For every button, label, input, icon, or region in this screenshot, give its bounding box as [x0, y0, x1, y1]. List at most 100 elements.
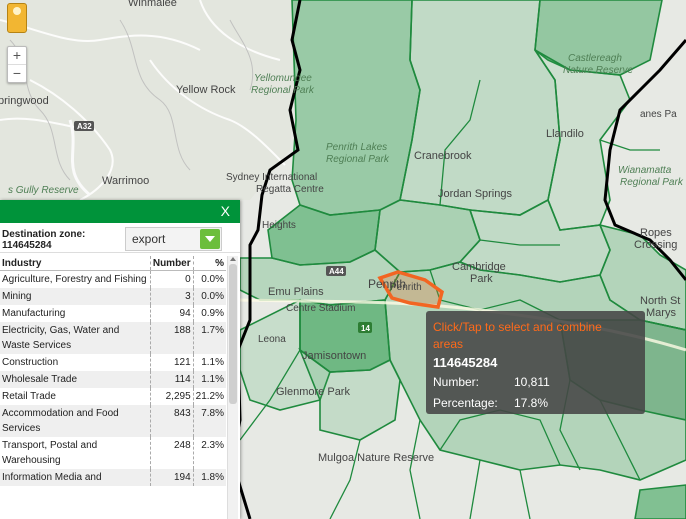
industry-table: Industry Number % Agriculture, Forestry … — [0, 256, 226, 486]
cell-industry: Construction — [2, 357, 59, 368]
column-header-industry[interactable]: Industry — [0, 256, 151, 271]
cell-number: 194 — [149, 469, 194, 486]
zone-label-text: Destination zone: — [2, 229, 86, 240]
park-label: Regional Park — [326, 154, 390, 165]
place-label: Jordan Springs — [438, 188, 512, 200]
column-header-number[interactable]: Number — [149, 256, 194, 271]
place-label: Mulgoa Nature Reserve — [318, 452, 434, 464]
park-label: s Gully Reserve — [8, 185, 79, 196]
cell-number: 121 — [149, 354, 194, 371]
place-label: Regatta Centre — [256, 184, 324, 195]
destination-zone-label: Destination zone: 114645284 — [2, 229, 85, 251]
cell-number: 188 — [149, 322, 194, 354]
place-label: Cranebrook — [414, 150, 472, 162]
table-row[interactable]: Retail Trade 2,295 21.2% — [0, 388, 226, 405]
flow-type-select[interactable]: export — [125, 227, 222, 251]
place-label: Leona — [258, 334, 286, 345]
cell-pct: 1.7% — [192, 322, 226, 354]
shield-a44: A44 — [329, 267, 344, 276]
cell-number: 114 — [149, 371, 194, 388]
place-label: Sydney International — [226, 172, 317, 183]
cell-pct: 0.0% — [192, 288, 226, 305]
zone-tooltip: Click/Tap to select and combine areas 11… — [426, 311, 645, 414]
place-label: Emu Plains — [268, 286, 324, 298]
table-row[interactable]: Wholesale Trade 114 1.1% — [0, 371, 226, 388]
panel-scrollbar[interactable] — [227, 256, 238, 519]
cell-pct: 21.2% — [192, 388, 226, 405]
shield-a32: A32 — [77, 122, 92, 131]
cell-industry: Electricity, Gas, Water and Waste Servic… — [0, 322, 151, 354]
column-header-pct[interactable]: % — [192, 256, 226, 271]
cell-pct: 2.3% — [192, 437, 226, 469]
park-label: Penrith Lakes — [326, 142, 387, 153]
cell-number: 248 — [149, 437, 194, 469]
shield-14: 14 — [361, 324, 370, 333]
park-label: Wianamatta — [618, 165, 672, 176]
table-row[interactable]: Electricity, Gas, Water and Waste Servic… — [0, 322, 226, 354]
cell-industry: Information Media and — [0, 469, 151, 486]
place-label: Warrimoo — [102, 175, 149, 187]
cell-pct: 1.8% — [192, 469, 226, 486]
cell-pct: 0.0% — [192, 270, 226, 288]
park-label: Castlereagh — [568, 53, 622, 64]
table-row[interactable]: Accommodation and Food Services 843 7.8% — [0, 405, 226, 437]
zoom-out-button[interactable]: − — [8, 64, 26, 82]
table-row[interactable]: Transport, Postal and Warehousing 248 2.3% — [0, 437, 226, 469]
cell-number: 3 — [149, 288, 194, 305]
cell-pct: 0.9% — [192, 305, 226, 322]
park-label: Regional Park — [251, 85, 315, 96]
place-label: pringwood — [0, 95, 49, 107]
panel-titlebar: X — [0, 200, 240, 223]
street-view-pegman-icon[interactable] — [7, 3, 27, 33]
place-label: Marys — [646, 307, 676, 319]
industry-panel: X Destination zone: 114645284 export Ind… — [0, 200, 240, 519]
place-label: Park — [470, 273, 493, 285]
cell-number: 843 — [149, 405, 194, 437]
tooltip-number-label: Number: — [433, 375, 480, 389]
tooltip-number-row: Number: 10,811 — [433, 375, 550, 389]
tooltip-pct-value: 17.8% — [514, 396, 549, 410]
tooltip-hint: Click/Tap to select and combine areas — [433, 320, 602, 351]
scrollbar-thumb[interactable] — [229, 264, 237, 404]
place-label: Centre Stadium — [286, 303, 355, 314]
place-label: Penrith — [390, 282, 422, 293]
place-label: Ropes — [640, 227, 672, 239]
industry-table-wrap[interactable]: Industry Number % Agriculture, Forestry … — [0, 256, 226, 519]
table-row[interactable]: Agriculture, Forestry and Fishing 0 0.0% — [0, 270, 226, 288]
zoom-in-button[interactable]: + — [8, 47, 26, 64]
cell-number: 0 — [149, 270, 194, 288]
table-row[interactable]: Information Media and 194 1.8% — [0, 469, 226, 486]
cell-industry: Retail Trade — [2, 391, 56, 402]
park-label: Yellomundee — [254, 73, 312, 84]
table-row[interactable]: Mining 3 0.0% — [0, 288, 226, 305]
place-label: Heights — [262, 220, 296, 231]
place-label: North St — [640, 295, 680, 307]
tooltip-number-value: 10,811 — [514, 375, 550, 389]
cell-industry: Wholesale Trade — [0, 371, 151, 388]
tooltip-pct-row: Percentage: 17.8% — [433, 396, 548, 410]
place-label: Llandilo — [546, 128, 584, 140]
select-value: export — [132, 232, 166, 246]
chevron-down-icon[interactable] — [200, 229, 220, 249]
cell-pct: 1.1% — [192, 371, 226, 388]
cell-number: 94 — [149, 305, 194, 322]
cell-industry: Accommodation and Food Services — [0, 405, 151, 437]
panel-header: Destination zone: 114645284 export — [0, 223, 240, 253]
cell-industry: Agriculture, Forestry and Fishing — [2, 274, 147, 285]
close-panel-button[interactable]: X — [221, 203, 230, 219]
cell-pct: 7.8% — [192, 405, 226, 437]
place-label: Yellow Rock — [176, 84, 236, 96]
cell-industry: Mining — [0, 288, 151, 305]
table-row[interactable]: Construction 121 1.1% — [0, 354, 226, 371]
cell-industry: Transport, Postal and Warehousing — [2, 440, 98, 466]
place-label: Glenmore Park — [276, 386, 350, 398]
place-label: anes Pa — [640, 109, 677, 120]
place-label: Cambridge — [452, 261, 506, 273]
table-row[interactable]: Manufacturing 94 0.9% — [0, 305, 226, 322]
scroll-up-icon[interactable] — [230, 257, 236, 261]
zoom-control: + − — [7, 46, 27, 83]
place-label: Jamisontown — [302, 350, 366, 362]
cell-industry: Manufacturing — [2, 308, 66, 319]
place-label: Crossing — [634, 239, 677, 251]
cell-pct: 1.1% — [192, 354, 226, 371]
